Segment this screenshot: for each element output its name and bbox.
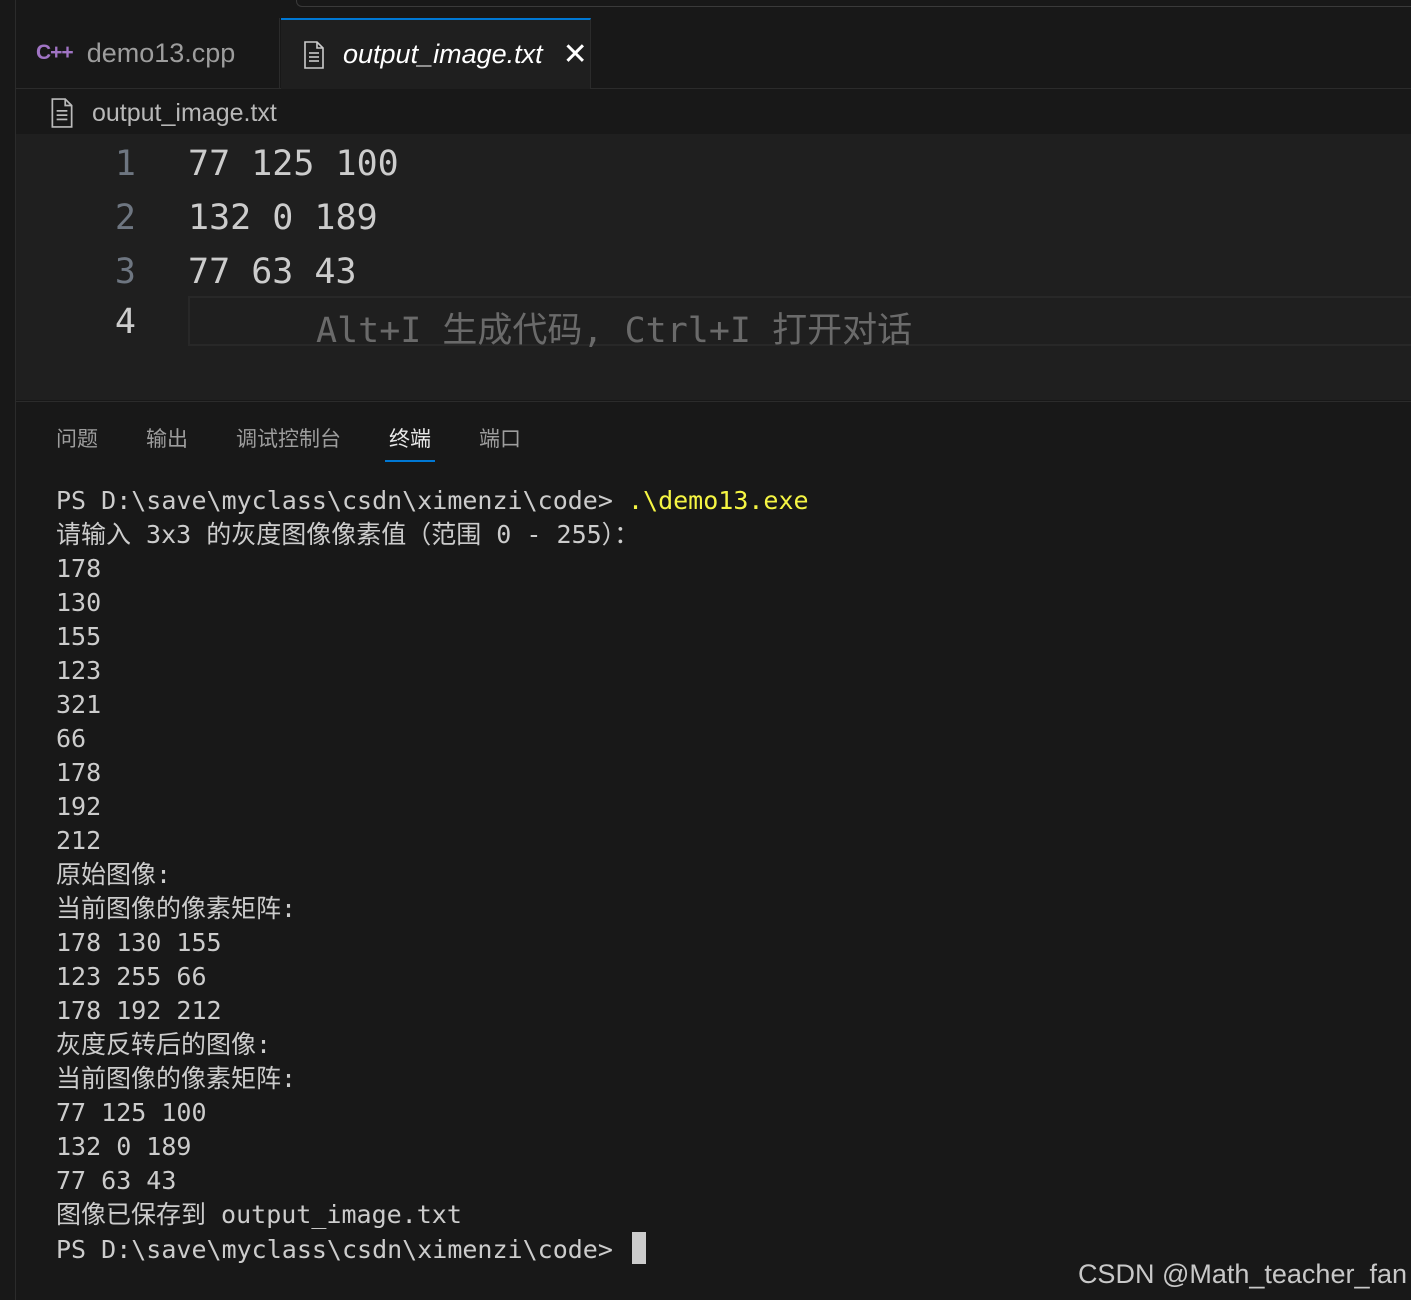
terminal-line: 123 255 66 <box>56 962 207 991</box>
terminal-output[interactable]: PS D:\save\myclass\csdn\ximenzi\code> .\… <box>56 484 809 1266</box>
terminal-line: 原始图像: <box>56 860 172 889</box>
terminal-line: 155 <box>56 622 102 651</box>
tab-label: output_image.txt <box>343 39 543 69</box>
breadcrumb-file-label: output_image.txt <box>92 98 277 127</box>
code-line: 3 77 63 43 <box>16 246 1411 300</box>
terminal-command: .\demo13.exe <box>627 486 809 515</box>
text-file-icon <box>304 40 324 69</box>
terminal-line: 178 130 155 <box>56 928 222 957</box>
terminal-prompt: PS D:\save\myclass\csdn\ximenzi\code> <box>56 486 613 515</box>
watermark: CSDN @Math_teacher_fan <box>1077 1259 1407 1289</box>
terminal-cursor[interactable] <box>631 1232 646 1264</box>
line-content[interactable]: 132 0 189 <box>188 198 378 238</box>
code-line: 1 77 125 100 <box>16 138 1411 192</box>
terminal-line: 当前图像的像素矩阵: <box>56 894 297 923</box>
editor-tab-bar: C++ demo13.cpp output_image.txt ✕ <box>16 0 1411 89</box>
line-number: 4 <box>114 302 136 342</box>
inline-chat-hint: Alt+I 生成代码, Ctrl+I 打开对话 <box>316 311 913 351</box>
panel-tab-bar: 问题 输出 调试控制台 终端 端口 <box>56 420 569 464</box>
tab-debug-console[interactable]: 调试控制台 <box>236 420 341 460</box>
terminal-line: 77 125 100 <box>56 1098 207 1127</box>
terminal-line: 212 <box>56 826 102 855</box>
terminal-line: 66 <box>56 724 87 753</box>
line-content[interactable]: 77 63 43 <box>188 252 357 292</box>
code-line: 2 132 0 189 <box>16 192 1411 246</box>
line-content[interactable]: 77 125 100 <box>188 144 399 184</box>
terminal-line: 130 <box>56 588 102 617</box>
terminal-line: 192 <box>56 792 102 821</box>
terminal-line: 178 <box>56 758 102 787</box>
terminal-line: 132 0 189 <box>56 1132 192 1161</box>
cpp-file-icon: C++ <box>36 41 74 64</box>
code-editor[interactable]: 1 77 125 100 2 132 0 189 3 77 63 43 4 Al… <box>16 134 1411 400</box>
activity-bar-edge <box>0 0 16 1300</box>
line-number: 1 <box>114 144 136 184</box>
line-number: 2 <box>114 198 136 238</box>
terminal-line: 灰度反转后的图像: <box>56 1030 272 1059</box>
close-icon[interactable]: ✕ <box>563 39 588 70</box>
terminal-command-line: PS D:\save\myclass\csdn\ximenzi\code> .\… <box>56 484 809 518</box>
line-number: 3 <box>114 252 136 292</box>
terminal-line: 当前图像的像素矩阵: <box>56 1064 297 1093</box>
text-file-icon <box>51 98 73 128</box>
terminal-prompt: PS D:\save\myclass\csdn\ximenzi\code> <box>56 1235 613 1264</box>
tab-demo13-cpp[interactable]: C++ demo13.cpp <box>16 18 280 88</box>
tab-output[interactable]: 输出 <box>146 420 188 460</box>
terminal-prompt-line: PS D:\save\myclass\csdn\ximenzi\code> <box>56 1232 809 1266</box>
title-bar-edge <box>296 0 1411 7</box>
bottom-panel: 问题 输出 调试控制台 终端 端口 PS D:\save\myclass\csd… <box>16 401 1411 1300</box>
terminal-line: 321 <box>56 690 102 719</box>
tab-terminal[interactable]: 终端 <box>385 420 435 462</box>
tab-problems[interactable]: 问题 <box>56 420 98 460</box>
breadcrumb[interactable]: output_image.txt <box>50 96 277 130</box>
terminal-line: 123 <box>56 656 102 685</box>
terminal-line: 请输入 3x3 的灰度图像像素值（范围 0 - 255）： <box>56 520 640 549</box>
terminal-line: 77 63 43 <box>56 1166 177 1195</box>
tab-output-image-txt[interactable]: output_image.txt ✕ <box>281 18 591 89</box>
terminal-line: 图像已保存到 output_image.txt <box>56 1200 462 1229</box>
terminal-line: 178 <box>56 554 102 583</box>
tab-ports[interactable]: 端口 <box>479 420 521 460</box>
code-line-current: 4 Alt+I 生成代码, Ctrl+I 打开对话 <box>16 296 1411 351</box>
tab-label: demo13.cpp <box>86 37 236 68</box>
terminal-line: 178 192 212 <box>56 996 222 1025</box>
